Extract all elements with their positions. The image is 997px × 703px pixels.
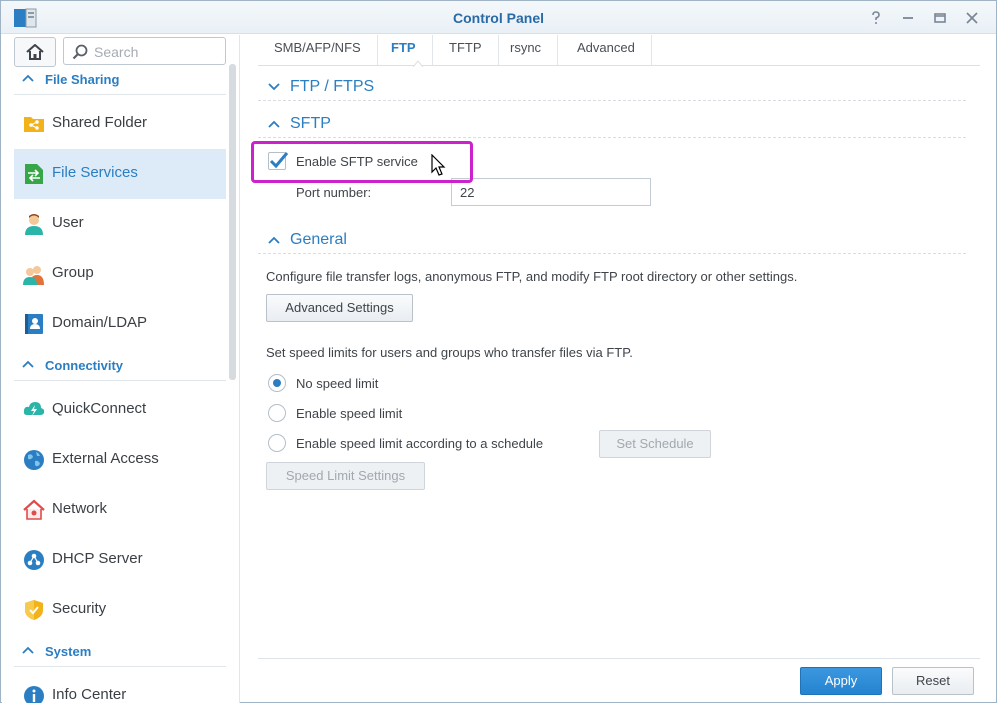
window-title: Control Panel bbox=[452, 10, 544, 26]
title-bar: Control Panel bbox=[1, 1, 996, 34]
tab-ftp[interactable]: FTP bbox=[375, 35, 433, 65]
home-icon bbox=[26, 44, 44, 60]
speed-limit-settings-button[interactable]: Speed Limit Settings bbox=[266, 462, 425, 490]
sidebar-item-label: User bbox=[52, 214, 84, 231]
close-icon[interactable] bbox=[963, 9, 981, 27]
port-number-label: Port number: bbox=[296, 185, 372, 200]
section-sftp[interactable]: SFTP bbox=[258, 112, 966, 138]
sidebar-item-label: Network bbox=[52, 500, 108, 517]
mouse-cursor-icon bbox=[431, 154, 446, 176]
sidebar-item-label: Group bbox=[52, 264, 94, 281]
section-file-sharing[interactable]: File Sharing bbox=[14, 67, 226, 95]
speed-limit-schedule-radio[interactable] bbox=[268, 434, 286, 452]
sidebar-item-file-services[interactable]: File Services bbox=[14, 149, 226, 199]
no-speed-limit-radio[interactable] bbox=[268, 374, 286, 392]
info-center-icon bbox=[24, 686, 44, 703]
section-connectivity[interactable]: Connectivity bbox=[14, 353, 226, 381]
user-icon bbox=[25, 214, 43, 235]
sidebar-item-security[interactable]: Security bbox=[14, 585, 226, 635]
enable-speed-limit-radio[interactable] bbox=[268, 404, 286, 422]
sidebar-item-shared-folder[interactable]: Shared Folder bbox=[14, 99, 226, 149]
no-speed-limit-label[interactable]: No speed limit bbox=[296, 376, 378, 391]
section-title: General bbox=[290, 231, 347, 248]
maximize-icon[interactable] bbox=[931, 9, 949, 27]
advanced-settings-button[interactable]: Advanced Settings bbox=[266, 294, 413, 322]
section-ftp-ftps[interactable]: FTP / FTPS bbox=[258, 75, 966, 101]
tab-bar: SMB/AFP/NFS FTP TFTP rsync Advanced bbox=[258, 35, 980, 67]
quickconnect-icon bbox=[23, 402, 45, 416]
chevron-up-icon bbox=[22, 74, 34, 82]
network-icon bbox=[23, 499, 45, 520]
enable-speed-limit-label[interactable]: Enable speed limit bbox=[296, 406, 402, 421]
sidebar-item-quickconnect[interactable]: QuickConnect bbox=[14, 385, 226, 435]
domain-ldap-icon bbox=[25, 314, 43, 334]
shared-folder-icon bbox=[24, 117, 44, 132]
sidebar: File Sharing Shared Folder File Services bbox=[2, 35, 240, 703]
section-system[interactable]: System bbox=[14, 639, 226, 667]
sidebar-item-label: External Access bbox=[52, 450, 159, 467]
sidebar-scrollbar[interactable] bbox=[229, 64, 236, 380]
file-services-icon bbox=[25, 164, 43, 184]
tab-smb-afp-nfs[interactable]: SMB/AFP/NFS bbox=[258, 35, 378, 65]
apply-button[interactable]: Apply bbox=[800, 667, 882, 695]
speed-limit-schedule-label[interactable]: Enable speed limit according to a schedu… bbox=[296, 436, 543, 451]
chevron-up-icon bbox=[22, 360, 34, 368]
chevron-up-icon bbox=[22, 646, 34, 654]
group-icon bbox=[23, 266, 44, 285]
sidebar-item-dhcp-server[interactable]: DHCP Server bbox=[14, 535, 226, 585]
control-panel-window: Control Panel Search File Sharing Shared… bbox=[0, 0, 997, 703]
minimize-icon[interactable] bbox=[899, 9, 917, 27]
speed-limit-description: Set speed limits for users and groups wh… bbox=[266, 345, 633, 360]
section-label: System bbox=[45, 644, 92, 659]
search-icon bbox=[72, 44, 88, 60]
search-box[interactable] bbox=[63, 37, 226, 65]
sidebar-item-info-center[interactable]: Info Center bbox=[14, 671, 226, 703]
checkmark-icon bbox=[269, 152, 289, 169]
section-label: Connectivity bbox=[45, 358, 124, 373]
help-icon[interactable] bbox=[867, 9, 885, 27]
port-number-input[interactable]: 22 bbox=[451, 178, 651, 206]
shield-icon bbox=[25, 600, 43, 620]
tab-advanced[interactable]: Advanced bbox=[561, 35, 652, 65]
sidebar-item-external-access[interactable]: External Access bbox=[14, 435, 226, 485]
chevron-up-icon bbox=[268, 120, 280, 128]
sidebar-item-network[interactable]: Network bbox=[14, 485, 226, 535]
chevron-up-icon bbox=[268, 236, 280, 244]
set-schedule-button[interactable]: Set Schedule bbox=[599, 430, 711, 458]
chevron-down-icon bbox=[268, 83, 280, 91]
footer-divider bbox=[258, 658, 980, 659]
sidebar-item-user[interactable]: User bbox=[14, 199, 226, 249]
reset-button[interactable]: Reset bbox=[892, 667, 974, 695]
sidebar-item-label: Domain/LDAP bbox=[52, 314, 148, 331]
sidebar-item-domain-ldap[interactable]: Domain/LDAP bbox=[14, 299, 226, 349]
sidebar-item-label: QuickConnect bbox=[52, 400, 147, 417]
dhcp-server-icon bbox=[24, 550, 44, 570]
sidebar-item-label: Shared Folder bbox=[52, 114, 148, 131]
sidebar-item-label: Security bbox=[52, 600, 107, 617]
sidebar-item-label: File Services bbox=[52, 164, 138, 181]
section-general[interactable]: General bbox=[258, 228, 966, 254]
main-panel: SMB/AFP/NFS FTP TFTP rsync Advanced FTP … bbox=[242, 35, 996, 703]
tab-rsync[interactable]: rsync bbox=[494, 35, 559, 65]
active-tab-indicator bbox=[413, 60, 423, 67]
external-access-icon bbox=[24, 450, 44, 470]
enable-sftp-checkbox[interactable] bbox=[268, 152, 289, 170]
section-title: FTP / FTPS bbox=[290, 78, 375, 95]
section-title: SFTP bbox=[290, 115, 331, 132]
enable-sftp-label[interactable]: Enable SFTP service bbox=[296, 154, 418, 169]
home-button[interactable] bbox=[14, 37, 56, 67]
general-description: Configure file transfer logs, anonymous … bbox=[266, 269, 798, 284]
tab-tftp[interactable]: TFTP bbox=[433, 35, 499, 65]
search-input[interactable] bbox=[94, 42, 219, 62]
section-label: File Sharing bbox=[45, 72, 120, 87]
sidebar-item-group[interactable]: Group bbox=[14, 249, 226, 299]
sidebar-item-label: Info Center bbox=[52, 686, 127, 703]
sidebar-item-label: DHCP Server bbox=[52, 550, 143, 567]
